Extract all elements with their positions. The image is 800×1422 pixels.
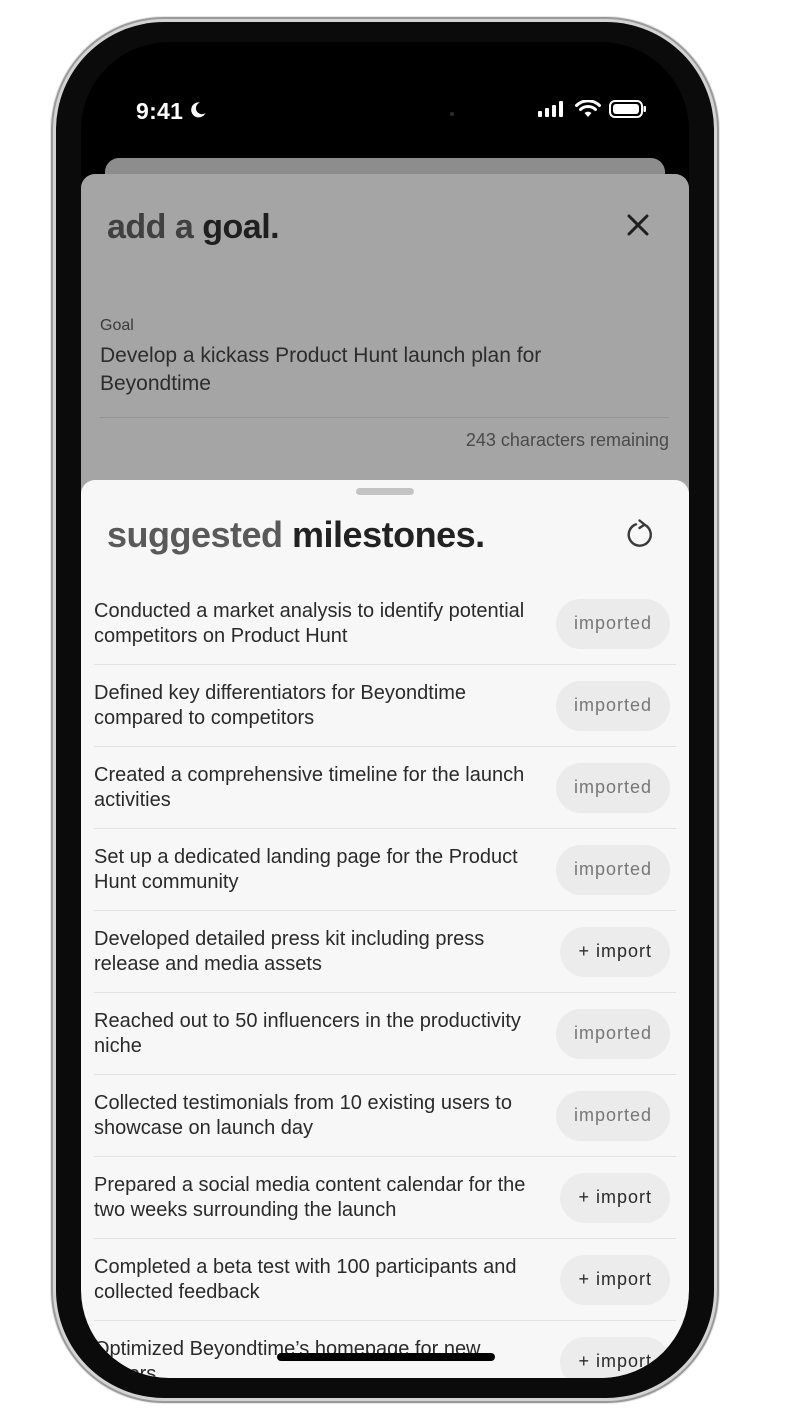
imported-badge: imported xyxy=(555,844,670,895)
add-goal-title: add a goal. xyxy=(107,208,280,247)
status-icons xyxy=(537,99,647,123)
import-button[interactable]: + import xyxy=(560,926,670,977)
add-goal-title-light: add a xyxy=(107,208,203,246)
milestones-title-light: suggested xyxy=(107,514,293,555)
power-button xyxy=(714,454,719,612)
milestone-row: Conducted a market analysis to identify … xyxy=(94,583,676,665)
milestone-row: Prepared a social media content calendar… xyxy=(94,1157,676,1239)
milestones-title-bold: milestones. xyxy=(292,514,485,555)
imported-badge: imported xyxy=(555,762,670,813)
suggested-milestones-sheet: suggested milestones. Conducted a market… xyxy=(81,480,689,1378)
milestone-text: Set up a dedicated landing page for the … xyxy=(94,845,518,893)
status-time: 9:41 xyxy=(136,98,207,125)
milestone-row: Defined key differentiators for Beyondti… xyxy=(94,665,676,747)
status-time-label: 9:41 xyxy=(136,98,184,124)
import-button[interactable]: + import xyxy=(560,1254,670,1305)
import-button[interactable]: + import xyxy=(560,1172,670,1223)
characters-remaining: 243 characters remaining xyxy=(465,430,669,450)
phone-frame: 9:41 add a goal. Goal Develop a kickass … xyxy=(56,22,714,1398)
milestone-text: Completed a beta test with 100 participa… xyxy=(94,1255,517,1303)
sheet-grabber[interactable] xyxy=(356,488,414,495)
import-button[interactable]: + import xyxy=(560,1336,670,1378)
close-icon[interactable] xyxy=(623,210,653,240)
milestone-row: Optimized Beyondtime’s homepage for new … xyxy=(94,1321,676,1378)
imported-badge: imported xyxy=(555,1008,670,1059)
milestones-title: suggested milestones. xyxy=(107,514,485,556)
battery-icon xyxy=(609,100,647,123)
goal-input[interactable]: Develop a kickass Product Hunt launch pl… xyxy=(100,342,600,398)
goal-field-label: Goal xyxy=(100,317,134,334)
camera-dot xyxy=(450,112,454,116)
milestone-row: Collected testimonials from 10 existing … xyxy=(94,1075,676,1157)
milestone-text: Developed detailed press kit including p… xyxy=(94,927,485,975)
imported-badge: imported xyxy=(555,1090,670,1141)
milestone-row: Reached out to 50 influencers in the pro… xyxy=(94,993,676,1075)
add-goal-title-bold: goal. xyxy=(202,208,280,246)
screen: 9:41 add a goal. Goal Develop a kickass … xyxy=(81,42,689,1378)
home-indicator[interactable] xyxy=(277,1353,495,1361)
wifi-icon xyxy=(575,99,601,123)
milestone-row: Created a comprehensive timeline for the… xyxy=(94,747,676,829)
milestone-text: Defined key differentiators for Beyondti… xyxy=(94,681,467,729)
imported-badge: imported xyxy=(555,598,670,649)
goal-field-divider xyxy=(100,417,669,418)
milestone-text: Reached out to 50 influencers in the pro… xyxy=(94,1009,521,1057)
milestone-text: Created a comprehensive timeline for the… xyxy=(94,763,525,811)
refresh-icon[interactable] xyxy=(625,518,657,550)
milestone-text: Collected testimonials from 10 existing … xyxy=(94,1091,512,1139)
signal-icon xyxy=(537,100,567,123)
milestone-row: Completed a beta test with 100 participa… xyxy=(94,1239,676,1321)
milestone-row: Set up a dedicated landing page for the … xyxy=(94,829,676,911)
imported-badge: imported xyxy=(555,680,670,731)
milestone-text: Prepared a social media content calendar… xyxy=(94,1173,526,1221)
moon-icon xyxy=(189,98,207,125)
milestone-row: Developed detailed press kit including p… xyxy=(94,911,676,993)
milestones-list: Conducted a market analysis to identify … xyxy=(94,583,676,1378)
milestone-text: Conducted a market analysis to identify … xyxy=(94,599,525,647)
